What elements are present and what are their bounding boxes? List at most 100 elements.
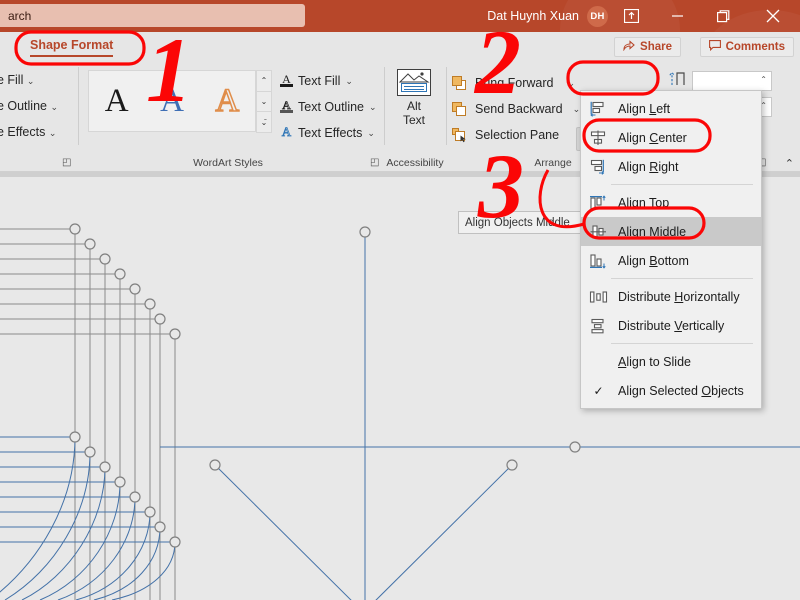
- alt-text-lines-icon: [401, 83, 427, 92]
- checkmark-icon: ✓: [589, 384, 608, 398]
- send-backward-icon: [452, 102, 469, 117]
- avatar[interactable]: DH: [587, 6, 608, 27]
- text-effects-button[interactable]: A Text Effects ⌄: [280, 124, 375, 142]
- chevron-down-icon: ⌄: [345, 76, 353, 87]
- wordart-group-label: WordArt Styles: [88, 157, 368, 169]
- svg-text:A: A: [282, 72, 291, 86]
- text-outline-icon: A: [280, 98, 293, 116]
- menu-item-align-right[interactable]: Align Right: [581, 152, 761, 181]
- gallery-scroll-down-icon[interactable]: ⌄: [256, 91, 272, 113]
- shape-fill-button[interactable]: pe Fill ⌄: [0, 73, 34, 87]
- shape-endpoint-handles: [70, 224, 580, 600]
- menu-item-label: Align Left: [618, 102, 670, 116]
- bring-forward-button[interactable]: Bring Forward ⌄: [452, 72, 575, 94]
- wordart-gallery[interactable]: A A A: [88, 70, 256, 132]
- menu-item-distribute-vertically[interactable]: Distribute Vertically: [581, 311, 761, 340]
- chevron-down-icon: ⌄: [369, 102, 377, 113]
- accessibility-group-label: Accessibility: [386, 157, 444, 169]
- gray-guide-lines: [0, 229, 175, 600]
- menu-item-label: Distribute Horizontally: [618, 290, 740, 304]
- group-separator: [384, 67, 385, 145]
- tab-shape-format[interactable]: Shape Format: [24, 36, 119, 54]
- shape-height-input[interactable]: ⌃: [692, 71, 772, 91]
- align-left-icon: [589, 101, 608, 117]
- collapse-ribbon-icon[interactable]: ⌃: [785, 157, 794, 170]
- align-bottom-icon: [589, 253, 608, 269]
- group-separator: [78, 67, 79, 145]
- restore-icon[interactable]: [700, 0, 746, 32]
- chevron-down-icon[interactable]: ⌄: [568, 78, 576, 89]
- send-backward-label: Send Backward: [475, 102, 563, 116]
- align-objects-middle-tooltip: Align Objects Middle: [458, 211, 586, 234]
- text-outline-button[interactable]: A Text Outline ⌄: [280, 98, 377, 116]
- menu-item-label: Align to Slide: [618, 355, 691, 369]
- alt-text-button[interactable]: Alt Text: [392, 69, 436, 127]
- spinner-up-icon[interactable]: ⌃: [760, 75, 767, 84]
- menu-item-align-bottom[interactable]: Align Bottom: [581, 246, 761, 275]
- wordart-sample-2[interactable]: A: [160, 85, 184, 118]
- present-online-icon[interactable]: [608, 0, 654, 32]
- close-icon[interactable]: [750, 0, 796, 32]
- alt-text-label-2: Text: [403, 113, 425, 127]
- menu-item-align-left[interactable]: Align Left: [581, 94, 761, 123]
- minimize-icon[interactable]: [654, 0, 700, 32]
- menu-item-align-center[interactable]: Align Center: [581, 123, 761, 152]
- distribute-vertical-icon: [589, 318, 608, 334]
- menu-item-label: Align Top: [618, 196, 669, 210]
- shape-effects-button[interactable]: pe Effects ⌄: [0, 125, 56, 139]
- menu-item-align-to-slide[interactable]: Align to Slide: [581, 347, 761, 376]
- bring-forward-label: Bring Forward: [475, 76, 554, 90]
- share-label: Share: [640, 41, 672, 53]
- align-dropdown-menu[interactable]: Align Left Align Center Align Right: [580, 90, 762, 409]
- text-effects-label: Text Effects: [298, 126, 362, 140]
- chevron-down-icon: ⌄: [49, 128, 57, 138]
- tab-shape-format-label: Shape Format: [30, 38, 113, 52]
- selection-pane-label: Selection Pane: [475, 128, 559, 142]
- account-info[interactable]: Dat Huynh Xuan DH: [487, 0, 608, 32]
- menu-item-label: Align Bottom: [618, 254, 689, 268]
- shape-styles-dialog-launcher[interactable]: ◰: [62, 157, 71, 168]
- shape-outline-button[interactable]: pe Outline ⌄: [0, 99, 58, 113]
- title-bar: arch Dat Huynh Xuan DH: [0, 0, 800, 32]
- tab-active-underline: [30, 55, 113, 58]
- menu-item-label: Align Middle: [618, 225, 686, 239]
- comments-button[interactable]: Comments: [700, 37, 794, 57]
- text-outline-label: Text Outline: [298, 100, 364, 114]
- svg-text:A: A: [282, 98, 291, 112]
- wordart-sample-3[interactable]: A: [215, 85, 239, 118]
- shape-height-icon: [668, 71, 688, 90]
- comment-bubble-icon: [709, 40, 721, 54]
- share-button[interactable]: Share: [614, 37, 681, 57]
- align-right-icon: [589, 159, 608, 175]
- text-fill-button[interactable]: A Text Fill ⌄: [280, 72, 353, 90]
- menu-separator: [611, 343, 753, 344]
- comments-label: Comments: [726, 41, 785, 53]
- chevron-down-icon[interactable]: ⌄: [573, 104, 581, 115]
- group-separator: [446, 67, 447, 145]
- chevron-down-icon: ⌄: [367, 128, 375, 139]
- search-input[interactable]: arch: [0, 4, 305, 27]
- selection-pane-button[interactable]: Selection Pane: [452, 124, 559, 146]
- text-fill-icon: A: [280, 72, 293, 90]
- menu-item-align-middle[interactable]: Align Middle: [581, 217, 761, 246]
- wordart-sample-1[interactable]: A: [105, 85, 129, 118]
- bring-forward-icon: [452, 76, 469, 91]
- send-backward-button[interactable]: Send Backward ⌄: [452, 98, 580, 120]
- picture-alt-text-icon: [397, 69, 431, 96]
- menu-item-align-top[interactable]: Align Top: [581, 188, 761, 217]
- menu-item-label: Align Center: [618, 131, 687, 145]
- menu-item-label: Align Selected Objects: [618, 384, 744, 398]
- shape-effects-label: pe Effects: [0, 125, 45, 139]
- gallery-more-icon[interactable]: ⌄̄: [256, 111, 272, 133]
- menu-separator: [611, 278, 753, 279]
- selection-pane-icon: [452, 128, 469, 143]
- wordart-gallery-scroll[interactable]: ⌃ ⌄ ⌄̄: [256, 70, 272, 132]
- shape-outline-label: pe Outline: [0, 99, 47, 113]
- menu-item-align-selected-objects[interactable]: ✓ Align Selected Objects: [581, 376, 761, 405]
- menu-item-label: Distribute Vertically: [618, 319, 724, 333]
- menu-item-distribute-horizontally[interactable]: Distribute Horizontally: [581, 282, 761, 311]
- gallery-scroll-up-icon[interactable]: ⌃: [256, 70, 272, 92]
- text-effects-icon: A: [280, 124, 293, 142]
- wordart-dialog-launcher[interactable]: ◰: [370, 157, 379, 168]
- svg-text:A: A: [282, 124, 292, 139]
